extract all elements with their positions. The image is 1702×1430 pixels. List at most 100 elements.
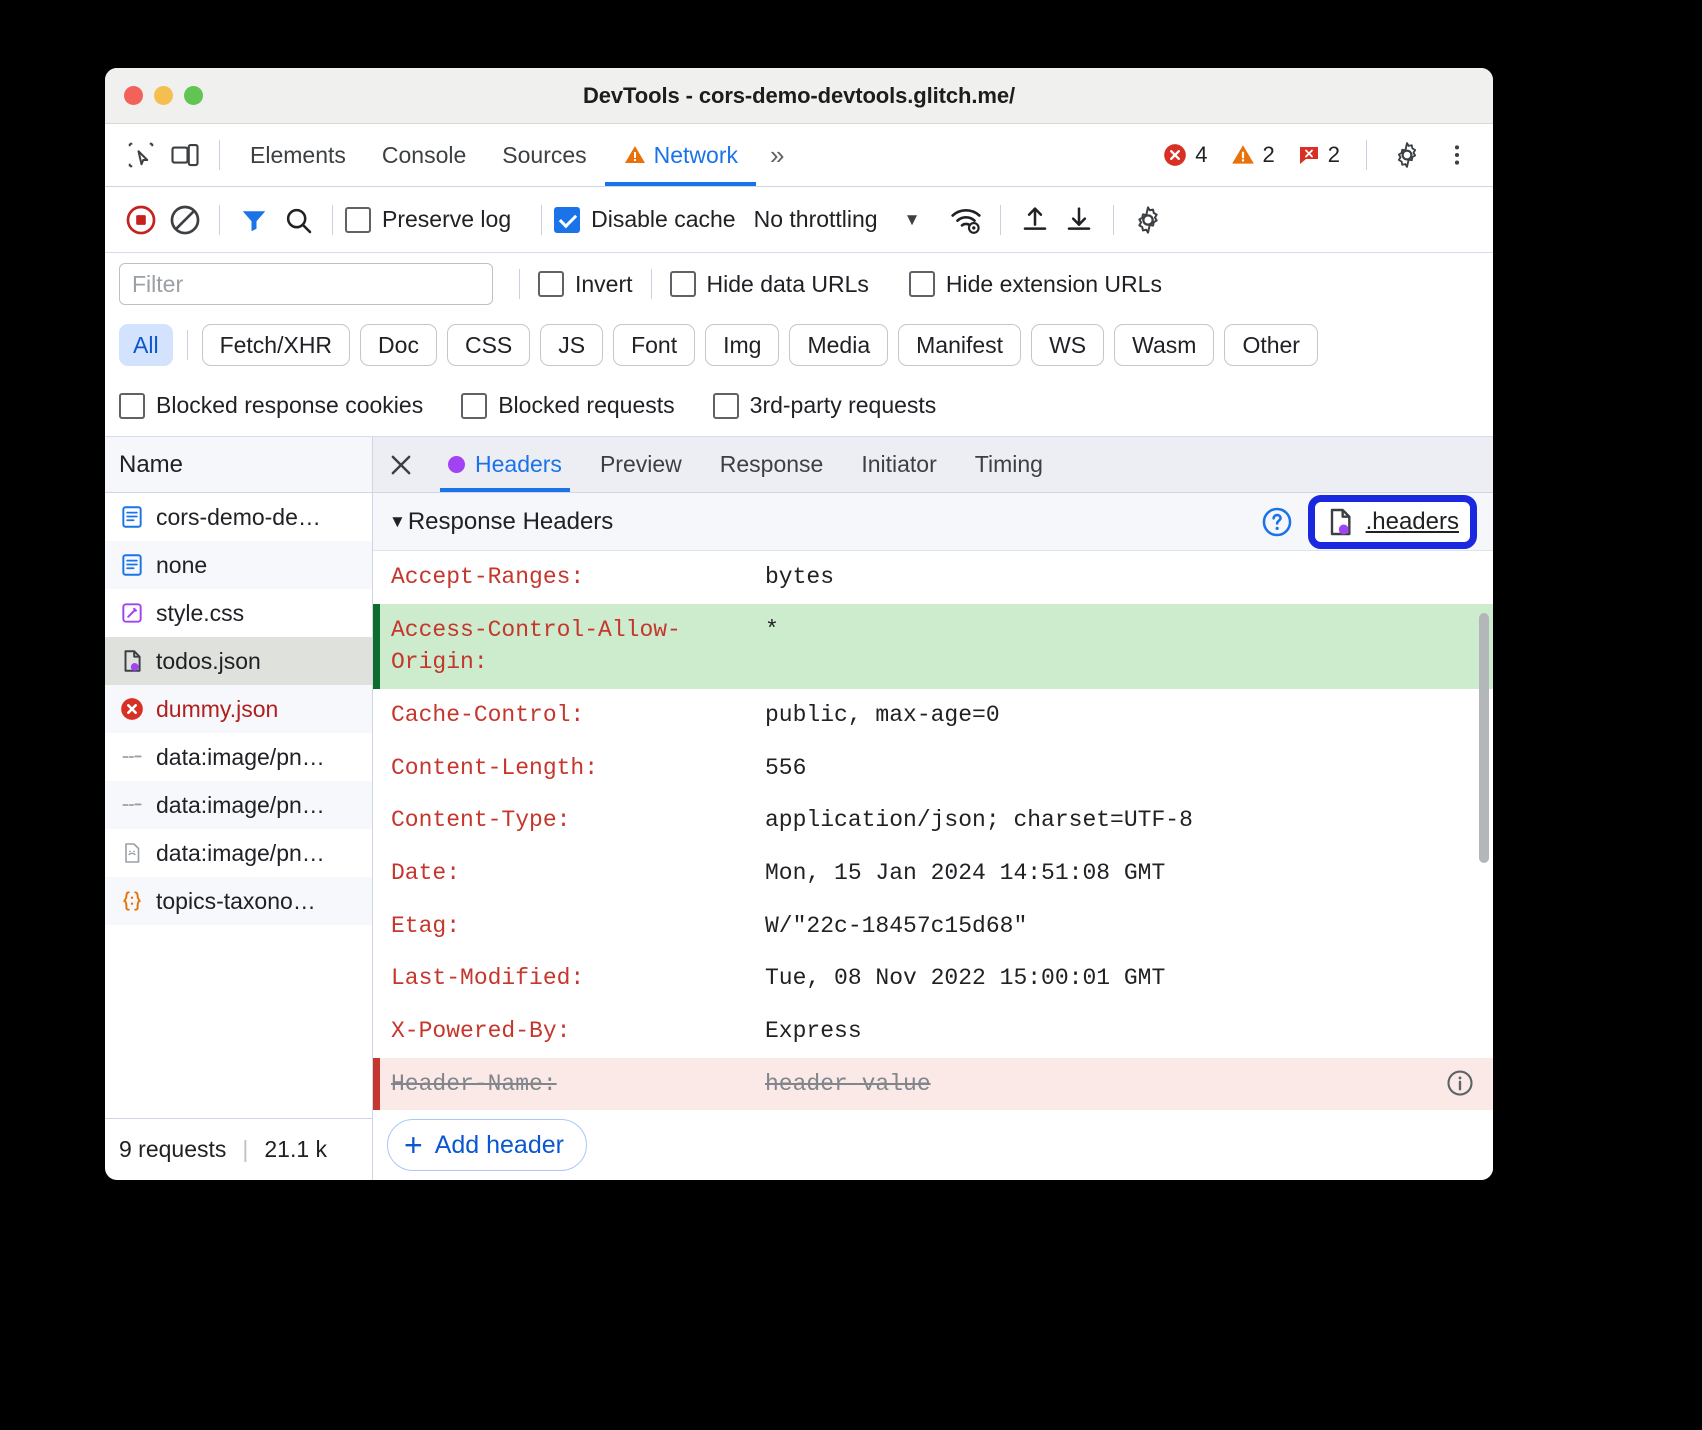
list-item[interactable]: data:image/pn… bbox=[105, 781, 372, 829]
chip-manifest[interactable]: Manifest bbox=[898, 324, 1021, 366]
tab-elements[interactable]: Elements bbox=[232, 124, 364, 186]
chip-media[interactable]: Media bbox=[789, 324, 888, 366]
tab-response[interactable]: Response bbox=[701, 437, 843, 492]
section-title[interactable]: ▼ Response Headers bbox=[389, 508, 613, 536]
header-row[interactable]: X-Powered-By: Express bbox=[373, 1005, 1493, 1058]
header-value[interactable]: Express bbox=[765, 1015, 1493, 1048]
tab-initiator[interactable]: Initiator bbox=[842, 437, 955, 492]
chip-js[interactable]: JS bbox=[540, 324, 603, 366]
hide-data-urls-checkbox[interactable]: Hide data URLs bbox=[670, 271, 869, 298]
header-row[interactable]: Accept-Ranges: bytes bbox=[373, 551, 1493, 604]
wifi-gear-icon[interactable] bbox=[944, 198, 988, 242]
divider bbox=[1113, 205, 1114, 235]
chip-css[interactable]: CSS bbox=[447, 324, 530, 366]
document-icon bbox=[119, 504, 145, 530]
header-row[interactable]: Access-Control-Allow-Origin: * bbox=[373, 604, 1493, 689]
third-party-requests-checkbox[interactable]: 3rd-party requests bbox=[713, 392, 937, 419]
header-value[interactable]: Mon, 15 Jan 2024 14:51:08 GMT bbox=[765, 857, 1493, 890]
list-item[interactable]: topics-taxono… bbox=[105, 877, 372, 925]
issue-counters: 4 2 2 bbox=[1154, 133, 1479, 177]
list-item[interactable]: dummy.json bbox=[105, 685, 372, 733]
document-icon bbox=[119, 552, 145, 578]
filter-funnel-icon[interactable] bbox=[232, 198, 276, 242]
gear-icon[interactable] bbox=[1385, 133, 1429, 177]
blocked-response-cookies-checkbox[interactable]: Blocked response cookies bbox=[119, 392, 423, 419]
tab-sources[interactable]: Sources bbox=[484, 124, 604, 186]
add-header-button[interactable]: + Add header bbox=[387, 1119, 587, 1171]
header-value[interactable]: 556 bbox=[765, 752, 1493, 785]
header-value[interactable]: header value bbox=[765, 1068, 1445, 1101]
header-value[interactable]: bytes bbox=[765, 561, 1493, 594]
headers-list: Accept-Ranges: bytes Access-Control-Allo… bbox=[373, 551, 1493, 1110]
list-item[interactable]: style.css bbox=[105, 589, 372, 637]
warning-counter[interactable]: 2 bbox=[1222, 142, 1283, 168]
more-tabs-button[interactable]: » bbox=[756, 140, 798, 171]
preserve-log-checkbox[interactable]: Preserve log bbox=[345, 206, 511, 233]
chip-fetch-xhr[interactable]: Fetch/XHR bbox=[202, 324, 350, 366]
header-value[interactable]: Tue, 08 Nov 2022 15:00:01 GMT bbox=[765, 962, 1493, 995]
header-row[interactable]: Content-Length: 556 bbox=[373, 742, 1493, 795]
header-row[interactable]: Last-Modified: Tue, 08 Nov 2022 15:00:01… bbox=[373, 952, 1493, 1005]
caret-down-icon[interactable]: ▼ bbox=[389, 512, 406, 532]
list-item[interactable]: data:image/pn… bbox=[105, 829, 372, 877]
help-circle-icon[interactable] bbox=[1260, 505, 1294, 539]
clear-icon[interactable] bbox=[163, 198, 207, 242]
preserve-log-label: Preserve log bbox=[382, 206, 511, 233]
chip-other[interactable]: Other bbox=[1224, 324, 1318, 366]
blocked-requests-checkbox[interactable]: Blocked requests bbox=[461, 392, 674, 419]
headers-override-file-button[interactable]: .headers bbox=[1308, 495, 1477, 549]
file-override-icon bbox=[1324, 506, 1356, 538]
chevron-down-icon[interactable]: ▼ bbox=[904, 210, 921, 230]
checkbox-box bbox=[909, 271, 935, 297]
requests-count: 9 requests bbox=[119, 1136, 226, 1163]
requests-sidebar: Name cors-demo-de… none bbox=[105, 437, 373, 1180]
list-item[interactable]: todos.json bbox=[105, 637, 372, 685]
tab-timing-label: Timing bbox=[975, 451, 1043, 478]
close-icon[interactable] bbox=[373, 437, 429, 492]
search-icon[interactable] bbox=[276, 198, 320, 242]
chip-ws[interactable]: WS bbox=[1031, 324, 1104, 366]
import-har-icon[interactable] bbox=[1013, 198, 1057, 242]
divider bbox=[541, 205, 542, 235]
tab-preview[interactable]: Preview bbox=[581, 437, 701, 492]
filter-input[interactable] bbox=[119, 263, 493, 305]
vertical-scrollbar[interactable] bbox=[1479, 613, 1489, 863]
header-value[interactable]: application/json; charset=UTF-8 bbox=[765, 804, 1493, 837]
record-stop-icon[interactable] bbox=[119, 198, 163, 242]
export-har-icon[interactable] bbox=[1057, 198, 1101, 242]
tab-console[interactable]: Console bbox=[364, 124, 484, 186]
tab-network[interactable]: Network bbox=[605, 124, 756, 186]
header-row-removed[interactable]: Header-Name: header value bbox=[373, 1058, 1493, 1110]
tab-headers[interactable]: Headers bbox=[429, 437, 581, 492]
chip-doc[interactable]: Doc bbox=[360, 324, 437, 366]
header-value[interactable]: W/"22c-18457c15d68" bbox=[765, 910, 1493, 943]
chip-all[interactable]: All bbox=[119, 324, 173, 366]
info-circle-icon[interactable] bbox=[1445, 1068, 1475, 1098]
error-counter[interactable]: 4 bbox=[1154, 142, 1215, 168]
hide-extension-urls-checkbox[interactable]: Hide extension URLs bbox=[909, 271, 1162, 298]
header-value[interactable]: public, max-age=0 bbox=[765, 699, 1493, 732]
chip-wasm[interactable]: Wasm bbox=[1114, 324, 1214, 366]
header-row[interactable]: Cache-Control: public, max-age=0 bbox=[373, 689, 1493, 742]
invert-checkbox[interactable]: Invert bbox=[538, 271, 633, 298]
disable-cache-checkbox[interactable]: Disable cache bbox=[554, 206, 735, 233]
network-settings-gear-icon[interactable] bbox=[1126, 198, 1170, 242]
tab-timing[interactable]: Timing bbox=[956, 437, 1062, 492]
chip-font[interactable]: Font bbox=[613, 324, 695, 366]
chip-img[interactable]: Img bbox=[705, 324, 779, 366]
issues-counter[interactable]: 2 bbox=[1289, 142, 1348, 168]
inspect-element-icon[interactable] bbox=[119, 133, 163, 177]
header-row[interactable]: Content-Type: application/json; charset=… bbox=[373, 794, 1493, 847]
divider bbox=[1000, 205, 1001, 235]
header-row[interactable]: Etag: W/"22c-18457c15d68" bbox=[373, 900, 1493, 953]
list-item[interactable]: none bbox=[105, 541, 372, 589]
header-value[interactable]: * bbox=[765, 614, 1493, 647]
throttling-select[interactable]: No throttling bbox=[754, 206, 878, 233]
header-row[interactable]: Date: Mon, 15 Jan 2024 14:51:08 GMT bbox=[373, 847, 1493, 900]
divider bbox=[332, 205, 333, 235]
header-name: Content-Length: bbox=[373, 752, 765, 785]
list-item[interactable]: data:image/pn… bbox=[105, 733, 372, 781]
kebab-menu-icon[interactable] bbox=[1435, 133, 1479, 177]
device-toolbar-icon[interactable] bbox=[163, 133, 207, 177]
list-item[interactable]: cors-demo-de… bbox=[105, 493, 372, 541]
